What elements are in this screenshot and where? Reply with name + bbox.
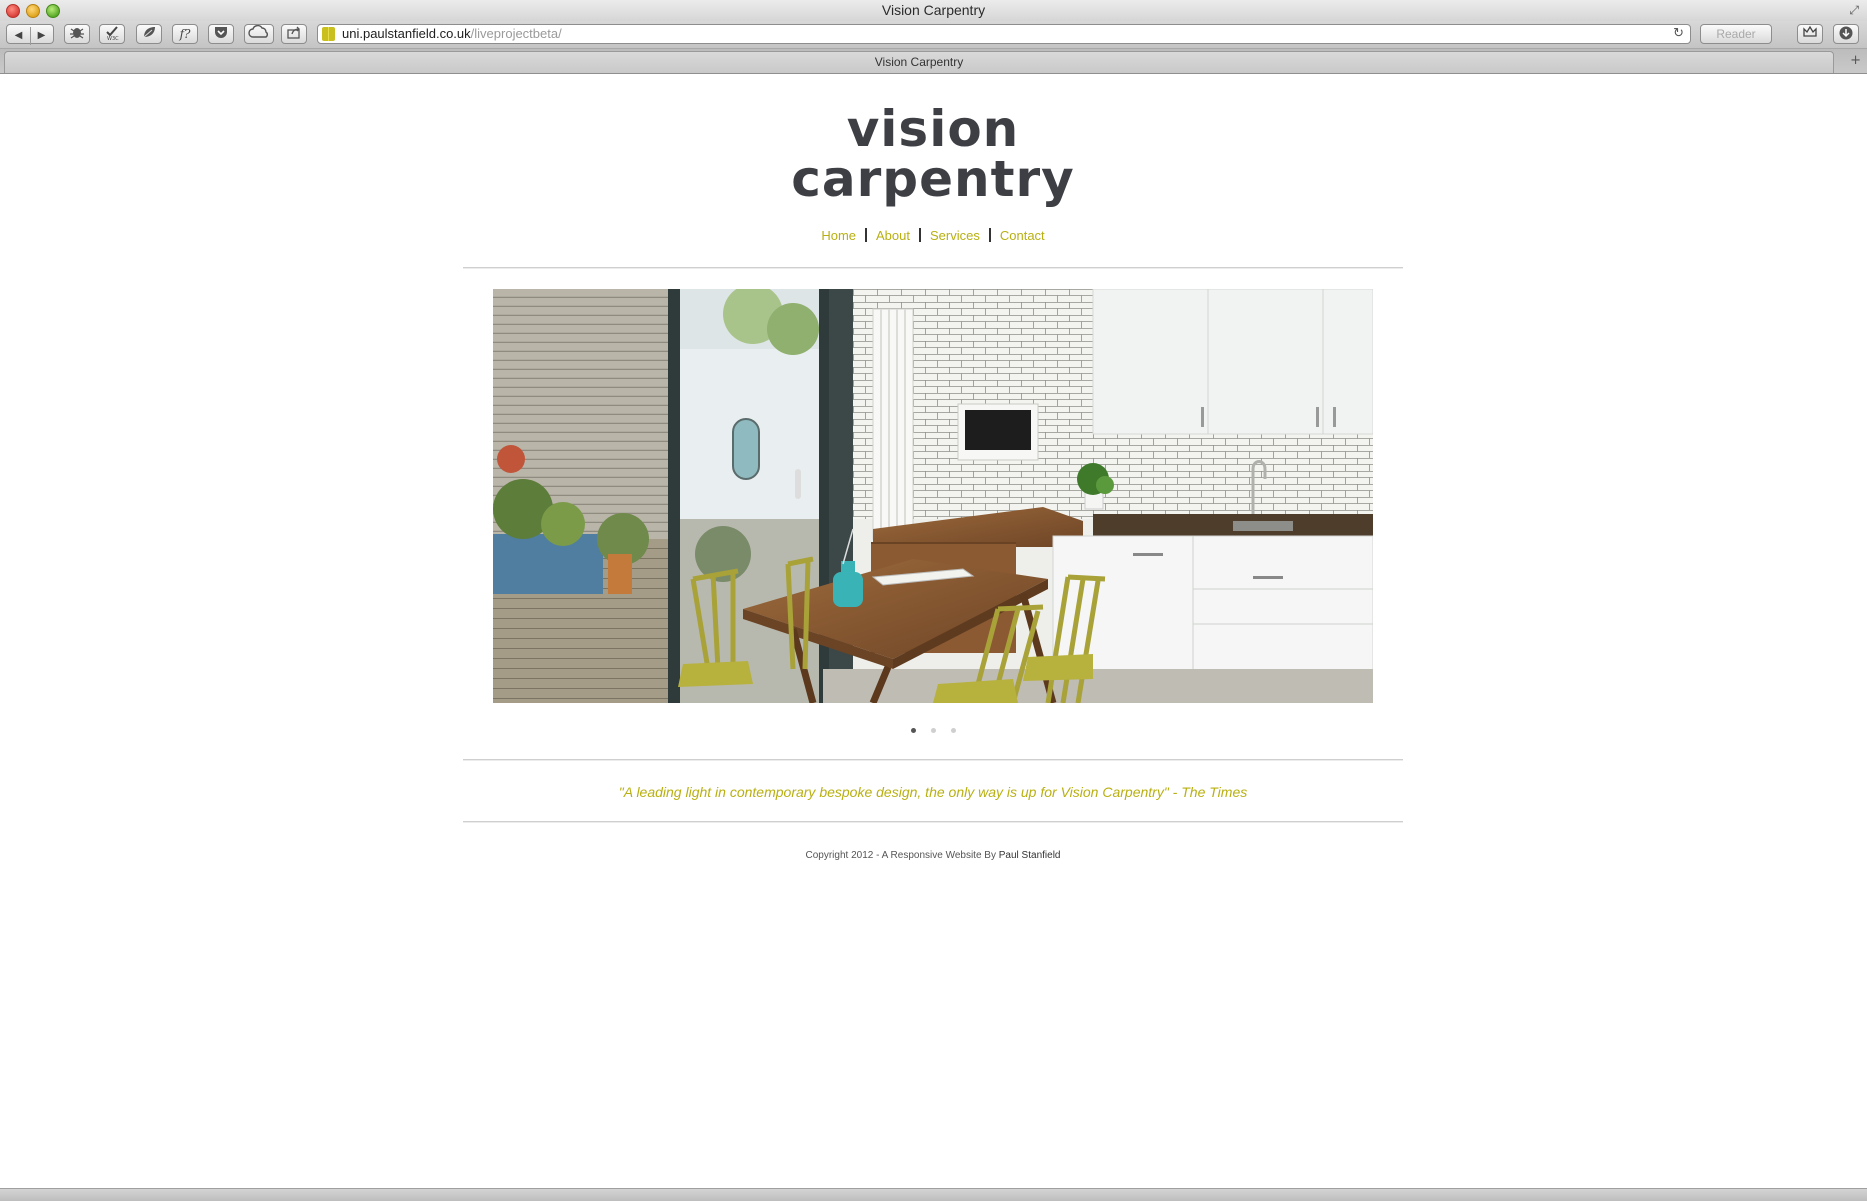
fullscreen-icon[interactable]: ⤢ — [1849, 3, 1859, 17]
footer: Copyright 2012 - A Responsive Website By… — [463, 849, 1403, 863]
divider-line — [463, 821, 1403, 823]
forward-arrow-icon[interactable]: ▶ — [29, 27, 53, 45]
reader-button[interactable]: Reader — [1700, 24, 1772, 44]
leaf-icon[interactable] — [136, 24, 162, 44]
minimize-window-button[interactable] — [26, 4, 40, 18]
downloads-icon[interactable] — [1833, 24, 1859, 44]
slider-pagination — [903, 728, 963, 738]
bug-icon[interactable] — [64, 24, 90, 44]
divider-line — [463, 759, 1403, 761]
nav-services-link[interactable]: Services — [921, 228, 989, 243]
copyright-text: Copyright 2012 - A Responsive Website By — [805, 850, 996, 861]
address-bar[interactable]: uni.paulstanfield.co.uk/liveprojectbeta/… — [317, 24, 1691, 44]
url-text[interactable]: uni.paulstanfield.co.uk/liveprojectbeta/ — [342, 25, 562, 43]
zoom-window-button[interactable] — [46, 4, 60, 18]
svg-text:W3C: W3C — [107, 36, 119, 41]
site-logo[interactable]: vision carpentry — [733, 104, 1133, 204]
slide-dot-1[interactable] — [911, 728, 916, 733]
press-quote: "A leading light in contemporary bespoke… — [618, 784, 1248, 800]
back-forward-buttons: ◀ ▶ — [6, 24, 54, 45]
crown-icon[interactable] — [1797, 24, 1823, 44]
slide-dot-2[interactable] — [931, 728, 936, 733]
url-domain: uni.paulstanfield.co.uk — [342, 26, 471, 41]
close-window-button[interactable] — [6, 4, 20, 18]
tab-bar: Vision Carpentry + — [0, 49, 1867, 74]
logo-line-vision: vision — [846, 100, 1020, 158]
new-tab-icon[interactable]: + — [1850, 52, 1861, 70]
divider-line — [463, 267, 1403, 269]
w3c-validator-icon[interactable]: W3C — [99, 24, 125, 44]
kitchen-photo — [493, 289, 1373, 703]
hero-slideshow-image[interactable] — [493, 289, 1373, 703]
logo-line-carpentry: carpentry — [791, 150, 1075, 208]
nav-home-link[interactable]: Home — [812, 228, 865, 243]
cloud-icon[interactable] — [244, 24, 274, 44]
back-arrow-icon[interactable]: ◀ — [8, 27, 30, 45]
slide-dot-3[interactable] — [951, 728, 956, 733]
share-icon[interactable] — [281, 24, 307, 44]
nav-about-link[interactable]: About — [867, 228, 919, 243]
window-title: Vision Carpentry — [881, 2, 986, 18]
function-icon[interactable]: f? — [172, 24, 198, 44]
status-bar — [0, 1188, 1867, 1201]
reload-icon[interactable]: ↻ — [1673, 25, 1684, 43]
author-link[interactable]: Paul Stanfield — [999, 850, 1061, 861]
web-page: vision carpentry Home About Services Contac… — [0, 74, 1867, 1188]
site-favicon-icon — [322, 27, 335, 41]
browser-toolbar: ◀ ▶ W3C f? uni.paulstanfield.co.uk/livepr… — [0, 21, 1867, 49]
main-navigation: Home About Services Contact — [733, 228, 1133, 244]
url-path: /liveprojectbeta/ — [470, 26, 562, 41]
nav-contact-link[interactable]: Contact — [991, 228, 1054, 243]
tab-vision-carpentry[interactable]: Vision Carpentry — [4, 51, 1834, 73]
pocket-icon[interactable] — [208, 24, 234, 44]
window-titlebar: Vision Carpentry ⤢ — [0, 0, 1867, 21]
